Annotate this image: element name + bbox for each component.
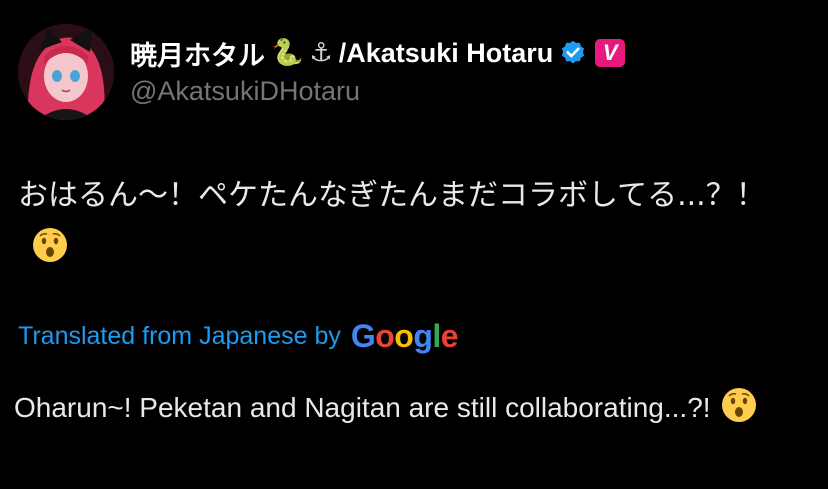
- translation-attribution: Translated from Japanese by Google: [18, 318, 459, 355]
- display-name[interactable]: 暁月ホタル: [130, 34, 265, 73]
- tweet-original-text: おはるん〜！ペケたんなぎたんまだコラボしてる...？！: [18, 170, 808, 274]
- google-letter-o2: o: [394, 318, 414, 354]
- google-letter-g2: g: [413, 318, 433, 354]
- avatar[interactable]: [18, 24, 114, 120]
- translated-text-content: Oharun~! Peketan and Nagitan are still c…: [14, 392, 711, 423]
- author-name-row: 暁月ホタル 🐍 ⚓ /Akatsuki Hotaru V: [130, 33, 626, 73]
- translated-from-link[interactable]: Translated from Japanese by: [18, 322, 341, 351]
- tweet-text-content: おはるん〜！ペケたんなぎたんまだコラボしてる...？！: [18, 178, 766, 213]
- google-letter-l: l: [432, 318, 441, 354]
- author-handle[interactable]: @AkatsukiDHotaru: [130, 76, 360, 107]
- display-name-suffix[interactable]: /Akatsuki Hotaru: [339, 38, 554, 69]
- translated-text: Oharun~! Peketan and Nagitan are still c…: [14, 386, 814, 430]
- avatar-image: [18, 24, 114, 120]
- hushed-face-emoji-icon-translated: [721, 388, 756, 422]
- google-letter-e: e: [440, 318, 459, 354]
- hushed-face-emoji-icon: [33, 228, 67, 262]
- google-logo[interactable]: Google: [350, 318, 459, 355]
- anchor-emoji: ⚓: [309, 38, 333, 68]
- vtuber-badge[interactable]: V: [595, 39, 626, 67]
- google-letter-g: G: [350, 318, 376, 354]
- snake-emoji: 🐍: [271, 38, 304, 68]
- verified-check-icon[interactable]: [559, 39, 587, 67]
- google-letter-o1: o: [375, 318, 395, 354]
